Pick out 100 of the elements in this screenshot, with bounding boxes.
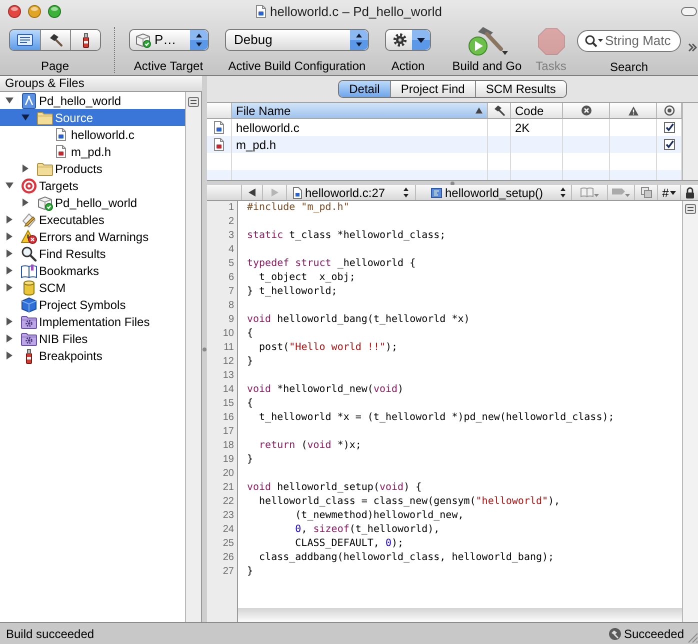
overflow-chevron-icon[interactable] xyxy=(688,42,696,52)
tree-item[interactable]: Products xyxy=(0,160,185,177)
line-number: 23 xyxy=(222,509,234,523)
box-check-icon xyxy=(134,32,150,48)
tree-item[interactable]: Project Symbols xyxy=(0,296,185,313)
page-segment[interactable] xyxy=(40,30,70,50)
tree-item[interactable]: Bookmarks xyxy=(0,262,185,279)
disclosure-triangle-icon[interactable] xyxy=(21,113,30,122)
disclosure-triangle-icon[interactable] xyxy=(5,283,14,292)
document-lines-icon xyxy=(17,34,33,46)
disclosure-triangle-icon[interactable] xyxy=(5,249,14,258)
toolbar-label: Active Target xyxy=(134,58,204,73)
document-icon xyxy=(56,145,66,158)
tree-item[interactable]: SCM xyxy=(0,279,185,296)
document-icon xyxy=(293,186,302,198)
disclosure-triangle-icon[interactable] xyxy=(21,164,30,173)
disclosure-triangle-icon[interactable] xyxy=(5,232,14,241)
table-cell-text: m_pd.h xyxy=(236,136,276,154)
line-number: 19 xyxy=(222,453,234,467)
close-button[interactable] xyxy=(8,5,21,18)
lock-icon[interactable] xyxy=(684,186,694,198)
code-line: 0, sizeof(t_helloworld), xyxy=(294,523,440,537)
code-line: void helloworld_bang(t_helloworld *x) xyxy=(247,313,470,327)
spray-can-icon xyxy=(24,348,34,364)
table-row[interactable]: m_pd.h xyxy=(207,136,682,153)
tab[interactable]: Project Find xyxy=(390,81,475,97)
disclosure-triangle-icon[interactable] xyxy=(5,317,14,326)
dropdown-arrow-icon xyxy=(670,190,676,194)
tree-item[interactable]: Breakpoints xyxy=(0,347,185,364)
configuration-popup[interactable]: Debug xyxy=(225,28,369,51)
gear-folder-icon xyxy=(21,332,37,346)
line-number: 4 xyxy=(228,243,234,257)
tree-item[interactable]: Source xyxy=(0,109,185,126)
back-arrow-icon[interactable] xyxy=(248,188,256,197)
tree-item[interactable]: Errors and Warnings xyxy=(0,228,185,245)
resize-grip-icon[interactable] xyxy=(688,633,698,643)
disclosure-triangle-icon[interactable] xyxy=(5,96,14,105)
grip-icon[interactable] xyxy=(202,346,207,352)
code-line: #include "m_pd.h" xyxy=(247,201,350,215)
line-number: 3 xyxy=(228,229,234,243)
spray-can-icon xyxy=(80,32,90,48)
file-popup[interactable]: helloworld.c:27 xyxy=(287,185,416,200)
tree-item[interactable]: Find Results xyxy=(0,245,185,262)
action-button[interactable] xyxy=(385,28,431,51)
tree-item[interactable]: Pd_hello_world xyxy=(0,194,185,211)
line-number: 6 xyxy=(228,271,234,285)
folder-icon xyxy=(37,110,53,124)
disclosure-triangle-icon[interactable] xyxy=(5,215,14,224)
code-line: { xyxy=(247,397,254,411)
code-line: helloworld_class = class_new(gensym("helloworld"), xyxy=(258,495,560,509)
symbol-menu[interactable]: # xyxy=(658,185,681,200)
tree-item[interactable]: Implementation Files xyxy=(0,313,185,330)
code-line: (t_newmethod)helloworld_new, xyxy=(294,509,464,523)
target-popup[interactable]: P… xyxy=(128,28,208,51)
disclosure-triangle-icon[interactable] xyxy=(5,266,14,275)
checkbox[interactable] xyxy=(664,139,674,150)
code-line: t_helloworld *x = (t_helloworld *)pd_new(helloworld_class); xyxy=(258,411,614,425)
disclosure-triangle-icon[interactable] xyxy=(21,198,30,207)
line-number: 20 xyxy=(222,467,234,481)
search-field[interactable]: String Matc xyxy=(577,30,681,52)
split-lines-icon[interactable] xyxy=(685,204,696,214)
tree-item[interactable]: Executables xyxy=(0,211,185,228)
tab[interactable]: SCM Results xyxy=(474,81,566,97)
disclosure-triangle-icon[interactable] xyxy=(5,351,14,360)
disclosure-triangle-icon[interactable] xyxy=(5,181,14,190)
minimize-button[interactable] xyxy=(28,5,41,18)
toolbar-label: Search xyxy=(610,60,648,74)
column-header[interactable]: Code xyxy=(511,103,563,118)
updown-arrows-icon xyxy=(350,30,368,50)
page-segment[interactable] xyxy=(70,30,100,50)
build-and-go-button[interactable]: Build and Go xyxy=(452,24,522,73)
checkbox[interactable] xyxy=(664,122,674,133)
table-cell-text: 2K xyxy=(515,120,530,136)
window-title: helloworld.c – Pd_hello_world xyxy=(270,3,442,22)
tree-item[interactable]: helloworld.c xyxy=(0,126,185,143)
tree-item[interactable]: NIB Files xyxy=(0,330,185,347)
zoom-button[interactable] xyxy=(48,5,61,18)
line-number: 7 xyxy=(228,285,234,299)
tree-item[interactable]: Pd_hello_world xyxy=(0,92,185,109)
cube-icon xyxy=(21,296,37,312)
function-popup[interactable]: helloworld_setup() xyxy=(416,185,572,200)
document-icon xyxy=(256,5,266,18)
toolbar-toggle-button[interactable] xyxy=(681,7,697,16)
tree-item[interactable]: m_pd.h xyxy=(0,143,185,160)
column-header[interactable]: File Name xyxy=(232,103,488,118)
line-number: 10 xyxy=(222,327,234,341)
code-line: return (void *)x; xyxy=(258,439,362,453)
tree-item[interactable]: Targets xyxy=(0,177,185,194)
code-line: void helloworld_setup(void) { xyxy=(247,481,422,495)
line-number: 16 xyxy=(222,411,234,425)
gear-folder-icon xyxy=(21,314,37,328)
document-icon xyxy=(214,138,224,151)
pencil-card-icon xyxy=(21,212,37,228)
warning-error-icon xyxy=(21,228,37,244)
disclosure-triangle-icon[interactable] xyxy=(5,334,14,343)
split-lines-icon[interactable] xyxy=(188,97,199,107)
tab[interactable]: Detail xyxy=(339,81,390,97)
grip-icon[interactable] xyxy=(450,180,455,186)
sort-arrow-icon xyxy=(475,107,483,114)
hammer-circle-icon xyxy=(608,628,621,640)
